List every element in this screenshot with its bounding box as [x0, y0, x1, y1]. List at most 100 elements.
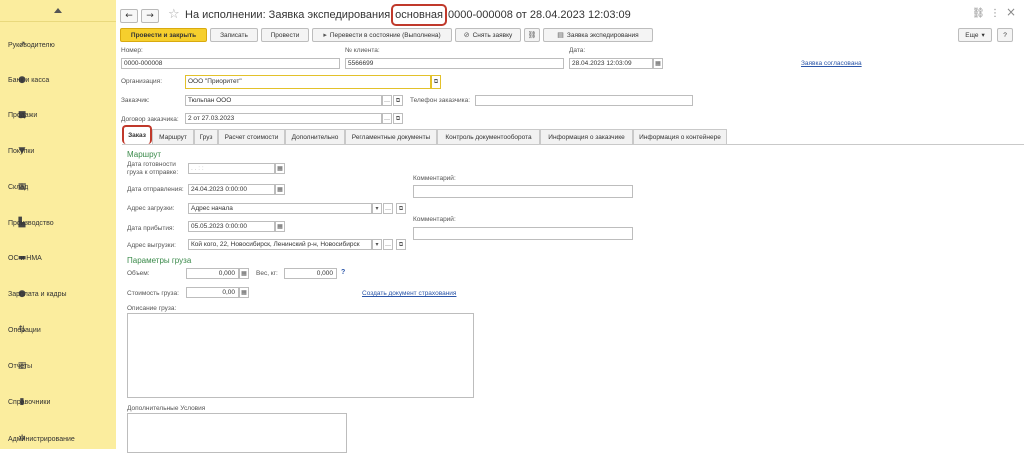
cargo-cost-label: Стоимость груза: — [127, 290, 179, 297]
sidebar: ↗ Руководителю ● Банк и касса ■ Продажи ▼ Покуп… — [0, 0, 116, 449]
cancel-request-button[interactable]: ⊘ Снять заявку — [455, 28, 521, 42]
title-suffix: 0000-000008 от 28.04.2023 12:03:09 — [447, 9, 631, 21]
calendar-icon[interactable]: ▦ — [275, 221, 285, 232]
dispatch-date-field[interactable]: 24.04.2023 0:00:00 — [188, 184, 275, 195]
page-title: На исполнении: Заявка экспедирования осно… — [185, 4, 631, 26]
tab[interactable]: Дополнительно — [285, 129, 345, 144]
sidebar-item[interactable]: ▮ Справочники — [0, 392, 116, 412]
comment-1-field[interactable] — [413, 185, 633, 198]
calendar-icon[interactable]: ▦ — [275, 184, 285, 195]
forward-button[interactable]: → — [141, 9, 159, 23]
sidebar-item[interactable]: ▼ Покупки — [0, 141, 116, 161]
chevron-down-icon[interactable]: ▾ — [372, 203, 382, 214]
sidebar-item[interactable]: ● Зарплата и кадры — [0, 284, 116, 304]
chevron-up-icon — [54, 8, 62, 13]
post-button[interactable]: Провести — [261, 28, 309, 42]
tab[interactable]: Регламентные документы — [345, 129, 437, 144]
cargo-cost-field[interactable]: 0,00 — [186, 287, 239, 298]
cargo-description-label: Описание груза: — [127, 305, 177, 312]
open-load-address-icon[interactable]: ⧉ — [396, 203, 406, 214]
link-icon[interactable]: ⛓ — [972, 8, 985, 19]
sidebar-item[interactable]: ▬ ОС и НМА — [0, 248, 116, 268]
contract-field[interactable]: 2 от 27.03.2023 — [185, 113, 382, 124]
sidebar-item[interactable]: ✲ Администрирование — [0, 429, 116, 449]
transfer-state-label: Перевести в состояние (Выполнена) — [329, 31, 441, 39]
customer-field[interactable]: Тюльпан ООО — [185, 95, 382, 106]
calculator-icon[interactable]: ▦ — [239, 287, 249, 298]
select-contract-icon[interactable]: … — [382, 113, 392, 124]
cargo-cost-value: 0,00 — [222, 289, 235, 296]
chevron-down-icon[interactable]: ▾ — [372, 239, 382, 250]
cargo-description-textarea[interactable] — [127, 313, 474, 398]
post-and-close-button[interactable]: Провести и закрыть — [120, 28, 207, 42]
weight-help-icon[interactable]: ? — [341, 269, 345, 276]
customer-phone-field[interactable] — [475, 95, 693, 106]
link-button[interactable]: ⛓ — [524, 28, 540, 42]
request-approved-link[interactable]: Заявка согласована — [801, 60, 862, 67]
help-button[interactable]: ? — [997, 28, 1013, 42]
sidebar-item[interactable]: ● Банк и касса — [0, 70, 116, 90]
back-button[interactable]: ← — [120, 9, 138, 23]
more-button[interactable]: Еще ▾ — [958, 28, 992, 42]
save-button[interactable]: Записать — [210, 28, 258, 42]
sidebar-collapse-button[interactable] — [0, 0, 116, 22]
sidebar-item[interactable]: ▦ Склад — [0, 177, 116, 197]
calculator-icon[interactable]: ▦ — [239, 268, 249, 279]
printer-icon: ▤ — [557, 31, 564, 39]
sidebar-item-label: Зарплата и кадры — [8, 290, 67, 298]
dispatch-date-label: Дата отправления: — [127, 186, 184, 193]
calendar-icon[interactable]: ▦ — [653, 58, 663, 69]
transfer-state-button[interactable]: ▸ Перевести в состояние (Выполнена) — [312, 28, 452, 42]
weight-field[interactable]: 0,000 — [284, 268, 337, 279]
date-field[interactable]: 28.04.2023 12:03:09 — [569, 58, 653, 69]
customer-phone-label: Телефон заказчика: — [410, 97, 471, 104]
sidebar-item-label: Отчеты — [8, 362, 33, 370]
comment-2-field[interactable] — [413, 227, 633, 240]
tab[interactable]: Расчет стоимости — [218, 129, 285, 144]
client-number-field[interactable]: 5566699 — [345, 58, 564, 69]
select-customer-icon[interactable]: … — [382, 95, 392, 106]
load-address-field[interactable]: Адрес начала — [188, 203, 372, 214]
tab[interactable]: Контроль документооборота — [437, 129, 540, 144]
cargo-section-title: Параметры груза — [127, 256, 192, 265]
number-field[interactable]: 0000-000008 — [121, 58, 340, 69]
tab[interactable]: Информация о контейнере — [633, 129, 727, 144]
print-request-button[interactable]: ▤ Заявка экспедирования — [543, 28, 653, 42]
open-organization-icon[interactable]: ⧉ — [431, 75, 441, 89]
sidebar-item-label: Администрирование — [8, 435, 75, 443]
cancel-icon: ⊘ — [463, 31, 470, 39]
ready-date-field[interactable]: . . : : — [188, 163, 275, 174]
sidebar-item-label: Банк и касса — [8, 76, 50, 84]
star-icon[interactable]: ☆ — [168, 7, 180, 22]
sidebar-item[interactable]: ↗ Руководителю — [0, 35, 116, 55]
title-highlight: основная — [391, 4, 447, 26]
more-vertical-icon[interactable]: ⋮ — [990, 8, 1000, 19]
tab[interactable]: Маршрут — [152, 129, 194, 144]
organization-field[interactable]: ООО "Приоритет" — [185, 75, 431, 89]
sidebar-item[interactable]: ⇅ Операции — [0, 320, 116, 340]
sidebar-item[interactable]: ▥ Отчеты — [0, 356, 116, 376]
sidebar-item[interactable]: ▙ Производство — [0, 213, 116, 233]
tab[interactable]: Заказ — [122, 125, 152, 144]
ready-date-label-2: груза к отправке: — [127, 169, 179, 176]
open-unload-address-icon[interactable]: ⧉ — [396, 239, 406, 250]
arrival-date-field[interactable]: 05.05.2023 0:00:00 — [188, 221, 275, 232]
more-label: Еще — [965, 31, 979, 39]
unload-address-field[interactable]: Кой кого, 22, Новосибирск, Ленинский р-н… — [188, 239, 372, 250]
client-number-label: № клиента: — [345, 47, 380, 54]
select-load-address-icon[interactable]: … — [383, 203, 393, 214]
window-header: ← → ☆ На исполнении: Заявка экспедирован… — [116, 0, 1024, 28]
sidebar-item[interactable]: ■ Продажи — [0, 105, 116, 125]
sidebar-item-label: Справочники — [8, 398, 51, 406]
open-contract-icon[interactable]: ⧉ — [393, 113, 403, 124]
select-unload-address-icon[interactable]: … — [383, 239, 393, 250]
calendar-icon[interactable]: ▦ — [275, 163, 285, 174]
volume-label: Объем: — [127, 270, 150, 277]
extra-conditions-textarea[interactable] — [127, 413, 347, 453]
create-insurance-link[interactable]: Создать документ страхования — [362, 290, 456, 297]
open-customer-icon[interactable]: ⧉ — [393, 95, 403, 106]
tab[interactable]: Информация о заказчике — [540, 129, 633, 144]
close-icon[interactable]: × — [1006, 5, 1016, 19]
tab[interactable]: Груз — [194, 129, 218, 144]
volume-field[interactable]: 0,000 — [186, 268, 239, 279]
